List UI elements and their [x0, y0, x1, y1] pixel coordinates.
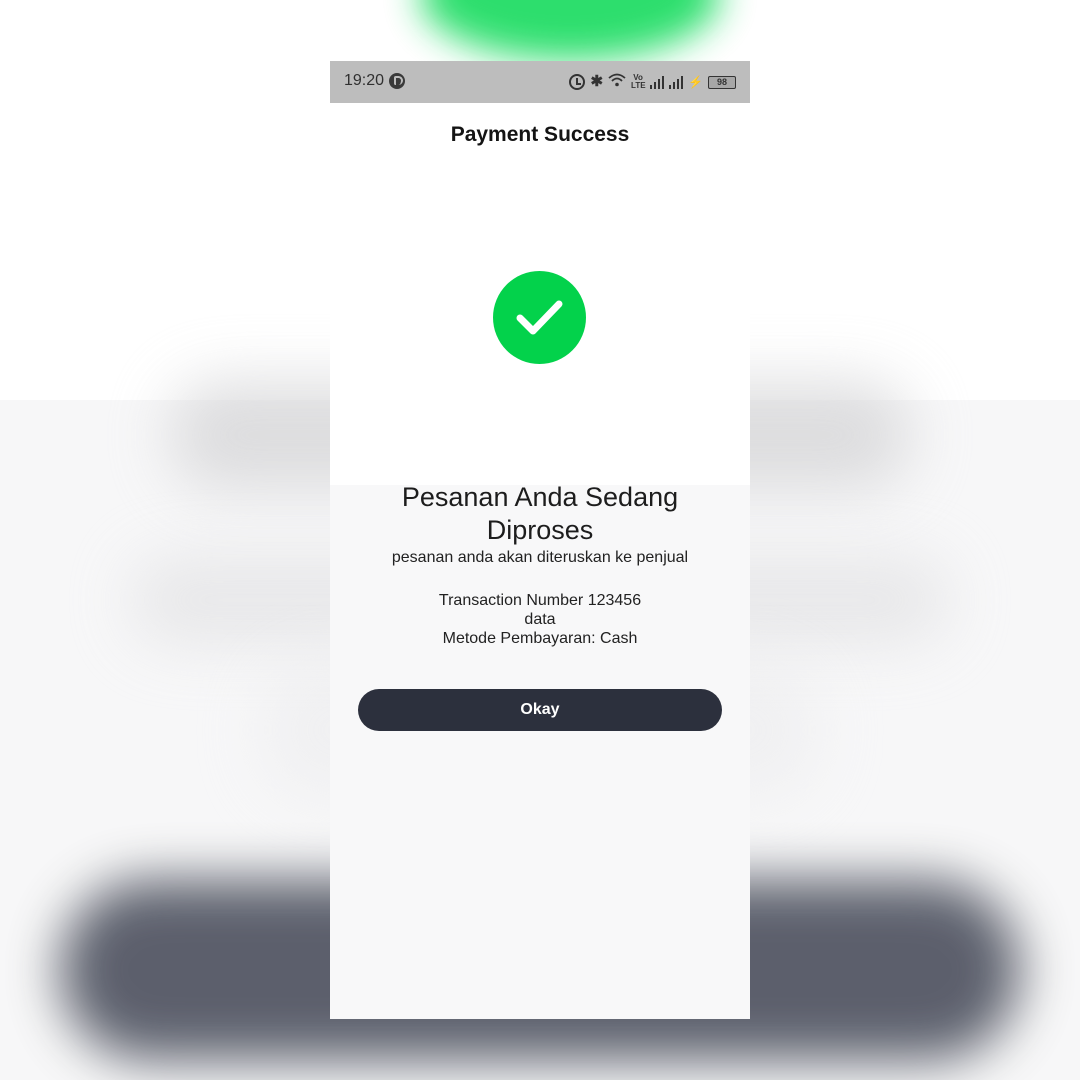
status-bar: 19:20 ✱ Vo LTE ⚡ 98	[330, 61, 750, 103]
okay-button[interactable]: Okay	[358, 689, 722, 731]
battery-icon: 98	[708, 75, 736, 89]
status-icons: ✱ Vo LTE ⚡ 98	[569, 72, 736, 92]
page-title: Payment Success	[450, 123, 630, 146]
check-circle-icon	[493, 271, 586, 364]
phone-screen: 19:20 ✱ Vo LTE ⚡ 98 Payment Success Pesa…	[330, 61, 750, 1019]
app-notification-icon	[389, 73, 405, 89]
transaction-data: data	[524, 611, 556, 628]
payment-method: Metode Pembayaran: Cash	[442, 630, 638, 647]
alarm-icon	[569, 74, 586, 90]
status-time: 19:20	[344, 72, 385, 89]
charging-icon: ⚡	[688, 75, 703, 89]
transaction-number: Transaction Number 123456	[438, 592, 642, 609]
signal-icon	[650, 75, 665, 89]
bluetooth-icon: ✱	[590, 73, 604, 90]
lte-icon: Vo LTE	[631, 73, 646, 90]
signal-icon-2	[669, 75, 684, 89]
wifi-icon	[608, 73, 626, 92]
order-status-subtext: pesanan anda akan diteruskan ke penjual	[391, 549, 689, 566]
order-status-heading: Pesanan Anda Sedang Diproses	[401, 482, 679, 545]
transaction-details: Transaction Number 123456 data Metode Pe…	[330, 591, 750, 648]
